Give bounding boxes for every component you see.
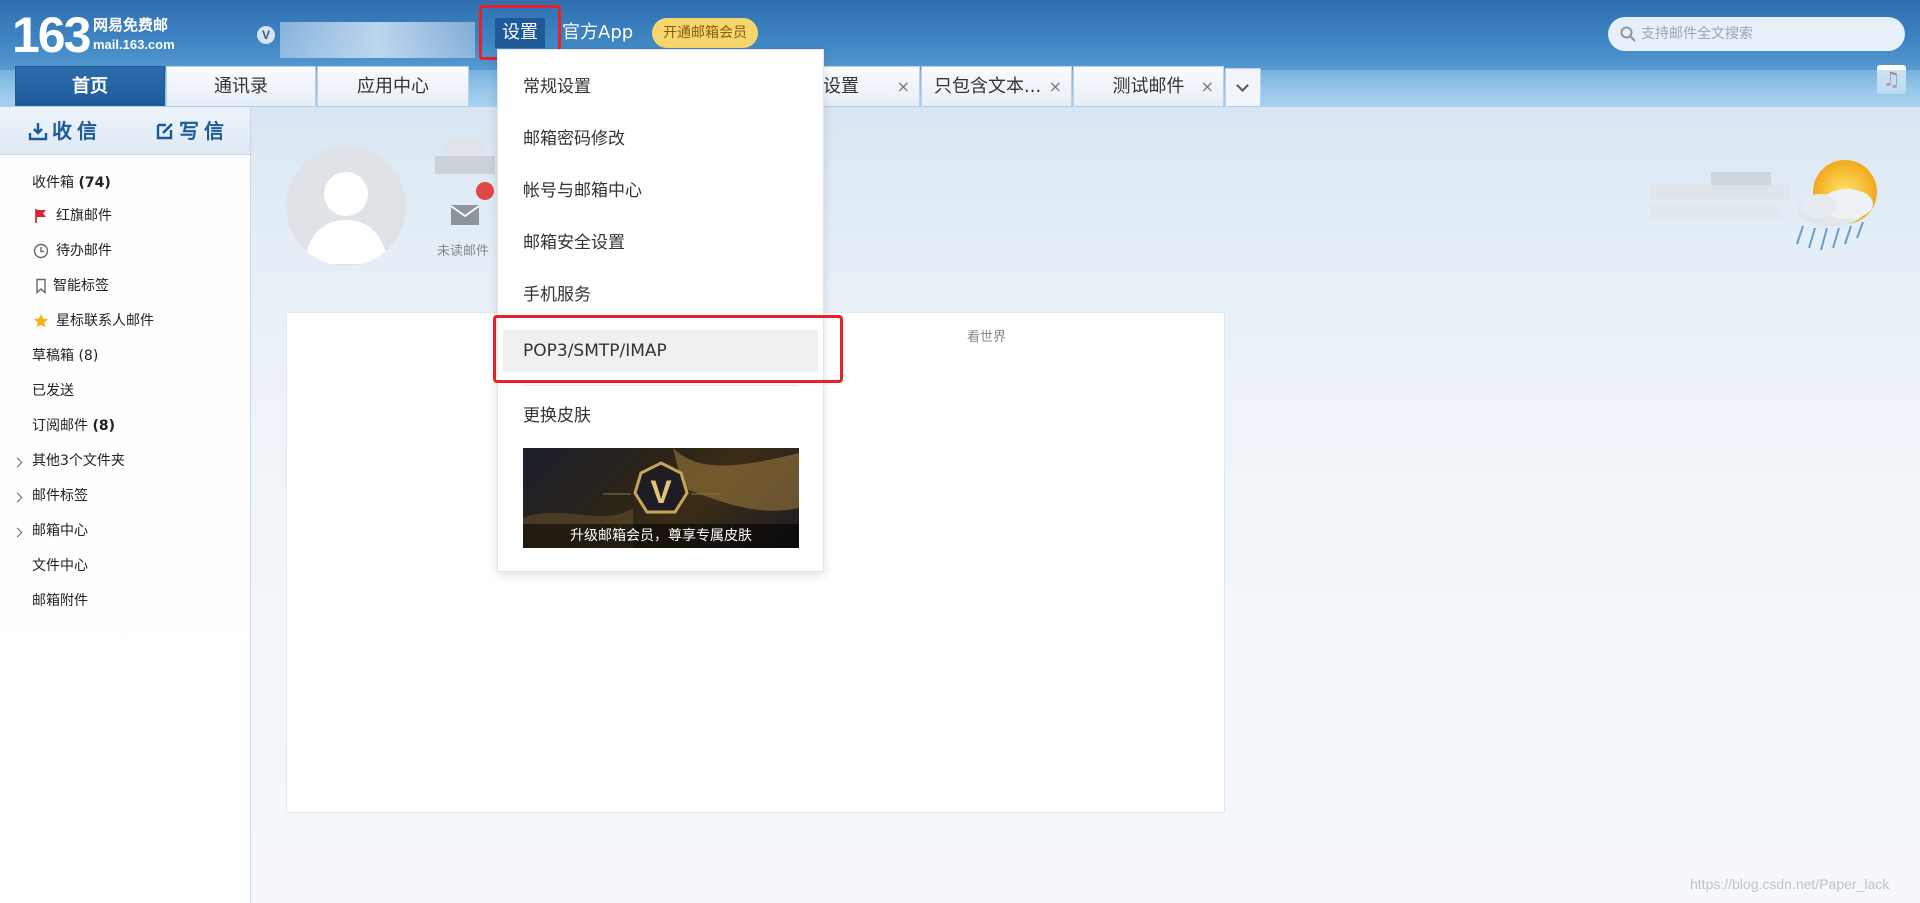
folder-mail-center[interactable]: 邮箱中心 bbox=[32, 521, 88, 541]
search-box[interactable]: 支持邮件全文搜索 bbox=[1608, 17, 1905, 51]
folder-count: (8) bbox=[92, 418, 115, 434]
blurred-username bbox=[435, 156, 495, 174]
menu-divider bbox=[523, 385, 798, 386]
compose-bar: 收信 写信 bbox=[0, 107, 250, 155]
menu-item-mobile-service[interactable]: 手机服务 bbox=[498, 271, 823, 319]
blurred-weather-text bbox=[1650, 205, 1780, 219]
official-app-link[interactable]: 官方App bbox=[562, 18, 633, 48]
close-icon[interactable]: × bbox=[1201, 67, 1214, 107]
folder-smart-tags[interactable]: 智能标签 bbox=[53, 276, 109, 296]
chevron-right-icon[interactable] bbox=[12, 492, 23, 503]
menu-item-general-settings[interactable]: 常规设置 bbox=[498, 63, 823, 111]
folder-label: 订阅邮件 bbox=[32, 418, 88, 434]
red-flag-icon bbox=[35, 209, 46, 223]
blurred-username bbox=[445, 140, 485, 154]
clock-icon bbox=[33, 243, 49, 259]
folder-starred-contacts[interactable]: 星标联系人邮件 bbox=[56, 311, 154, 331]
vip-badge-letter: V bbox=[650, 474, 672, 510]
folder-flagged[interactable]: 红旗邮件 bbox=[56, 206, 112, 226]
folder-sent[interactable]: 已发送 bbox=[32, 381, 74, 401]
search-icon bbox=[1620, 26, 1636, 42]
receive-button[interactable]: 收信 bbox=[28, 107, 102, 155]
folder-file-center[interactable]: 文件中心 bbox=[32, 556, 88, 576]
folder-todo[interactable]: 待办邮件 bbox=[56, 241, 112, 261]
unread-badge bbox=[476, 182, 494, 200]
tab-test-mail[interactable]: 测试邮件 × bbox=[1073, 66, 1224, 106]
logo-title[interactable]: 网易免费邮 bbox=[93, 16, 168, 34]
compose-icon bbox=[156, 123, 173, 140]
chevron-down-icon bbox=[1236, 79, 1249, 92]
menu-item-change-skin[interactable]: 更换皮肤 bbox=[498, 392, 823, 440]
weather-rain-icon[interactable] bbox=[1783, 150, 1893, 260]
folder-label: 收件箱 bbox=[32, 175, 74, 191]
folder-mail-tags[interactable]: 邮件标签 bbox=[32, 486, 88, 506]
music-icon[interactable]: ♫ bbox=[1877, 65, 1906, 94]
receive-label: 收信 bbox=[52, 119, 102, 143]
menu-item-account-center[interactable]: 帐号与邮箱中心 bbox=[498, 167, 823, 215]
tab-label: 设置 bbox=[823, 76, 859, 97]
unread-mail-label[interactable]: 未读邮件 bbox=[437, 240, 489, 259]
folder-count: (74) bbox=[78, 175, 111, 191]
folder-other[interactable]: 其他3个文件夹 bbox=[32, 451, 125, 471]
tab-home[interactable]: 首页 bbox=[15, 66, 165, 106]
pop3-highlight-box bbox=[493, 315, 843, 383]
sidebar: 收信 写信 收件箱 (74) 红旗邮件 待办邮件 智能标签 星标联系人邮件 草稿… bbox=[0, 107, 251, 903]
tab-text-only[interactable]: 只包含文本... × bbox=[921, 66, 1072, 106]
folder-attachments[interactable]: 邮箱附件 bbox=[32, 591, 88, 611]
close-icon[interactable]: × bbox=[897, 67, 910, 107]
tab-label: 首页 bbox=[72, 76, 108, 97]
search-input[interactable]: 支持邮件全文搜索 bbox=[1641, 17, 1753, 51]
chevron-right-icon[interactable] bbox=[12, 527, 23, 538]
user-silhouette-icon bbox=[304, 172, 388, 264]
settings-dropdown: 常规设置 邮箱密码修改 帐号与邮箱中心 邮箱安全设置 手机服务 POP3/SMT… bbox=[497, 49, 824, 572]
vip-skin-banner[interactable]: V 升级邮箱会员，尊享专属皮肤 bbox=[523, 448, 799, 548]
tab-label: 测试邮件 bbox=[1112, 76, 1185, 97]
compose-label: 写信 bbox=[179, 119, 229, 143]
close-icon[interactable]: × bbox=[1049, 67, 1062, 107]
star-icon bbox=[34, 314, 48, 328]
tab-app-center[interactable]: 应用中心 bbox=[317, 66, 469, 106]
receive-icon bbox=[28, 123, 48, 141]
watermark: https://blog.csdn.net/Paper_lack bbox=[1690, 876, 1890, 892]
tab-contacts[interactable]: 通讯录 bbox=[166, 66, 316, 106]
tab-label: 只包含文本... bbox=[934, 76, 1042, 97]
folder-subscriptions[interactable]: 订阅邮件 (8) bbox=[32, 416, 115, 436]
more-tabs-button[interactable] bbox=[1225, 68, 1261, 106]
avatar[interactable] bbox=[286, 146, 406, 266]
tab-label: 通讯录 bbox=[214, 76, 268, 97]
envelope-icon[interactable] bbox=[450, 204, 480, 226]
blurred-account-name[interactable] bbox=[280, 22, 475, 58]
open-vip-button[interactable]: 开通邮箱会员 bbox=[652, 18, 758, 48]
menu-item-password[interactable]: 邮箱密码修改 bbox=[498, 115, 823, 163]
logo-domain[interactable]: mail.163.com bbox=[93, 37, 175, 53]
banner-caption: 升级邮箱会员，尊享专属皮肤 bbox=[523, 524, 799, 548]
vip-icon[interactable]: V bbox=[257, 26, 275, 44]
folder-inbox[interactable]: 收件箱 (74) bbox=[32, 173, 111, 193]
blurred-weather-text bbox=[1650, 185, 1790, 199]
folder-drafts[interactable]: 草稿箱 (8) bbox=[32, 346, 98, 366]
menu-item-security[interactable]: 邮箱安全设置 bbox=[498, 219, 823, 267]
chevron-right-icon[interactable] bbox=[12, 457, 23, 468]
compose-button[interactable]: 写信 bbox=[155, 107, 229, 155]
bookmark-icon bbox=[36, 278, 46, 294]
logo-number[interactable]: 163 bbox=[12, 6, 91, 64]
tab-label: 应用中心 bbox=[357, 76, 429, 97]
see-world-heading[interactable]: 看世界 bbox=[967, 326, 1006, 345]
